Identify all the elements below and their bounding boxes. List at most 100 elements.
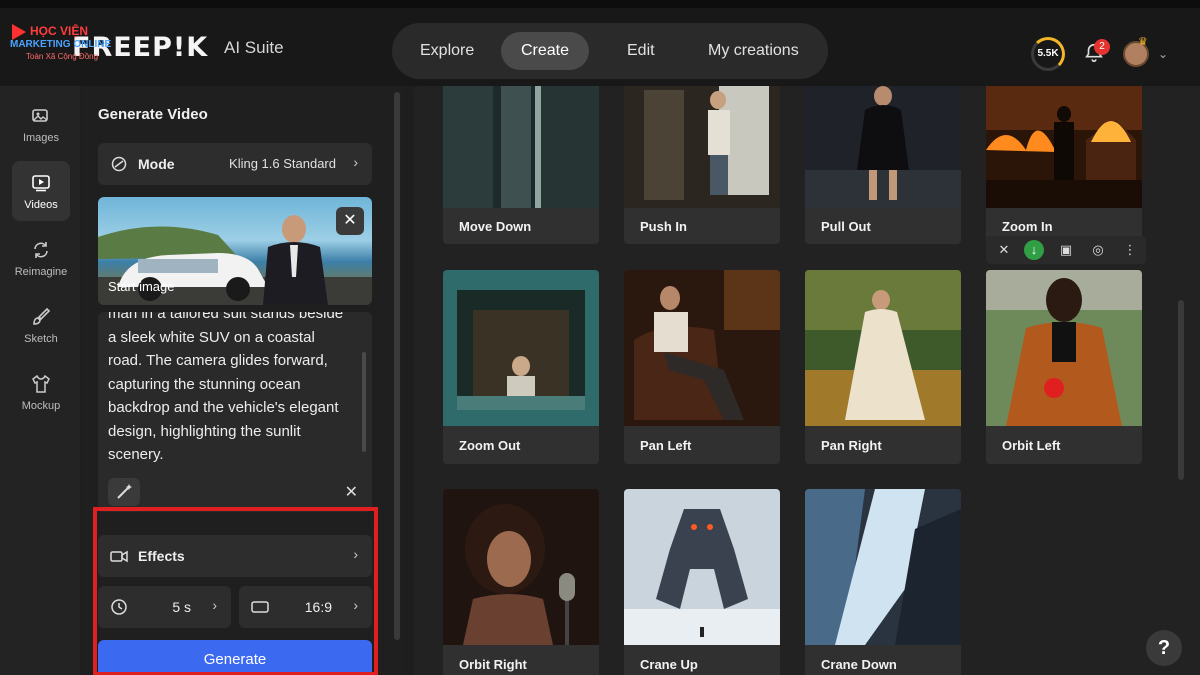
effect-thumbnail [805, 86, 961, 208]
more-options-icon[interactable]: ⋮ [1120, 240, 1140, 260]
watermark-line2: MARKETING ONLINE [10, 39, 112, 50]
watermark-line1: HỌC VIỆN [30, 24, 89, 38]
main-nav: Explore Create Edit My creations [392, 23, 828, 79]
clear-prompt-icon[interactable]: ✕ [345, 482, 358, 502]
effect-card-move-down[interactable]: Move Down [443, 86, 599, 244]
prompt-text[interactable]: man in a tailored suit stands beside a s… [108, 312, 348, 467]
generate-panel: Generate Video Mode Kling 1.6 Standard › [82, 86, 402, 675]
duration-value: 5 s [172, 599, 191, 615]
card-toolbar: ✕ ↓ ▣ ◎ ⋮ [986, 236, 1146, 264]
chevron-down-icon[interactable]: ⌄ [1158, 47, 1168, 61]
mode-icon [111, 156, 127, 172]
effect-card-pull-out[interactable]: Pull Out [805, 86, 961, 244]
sidebar-rail: Images Videos Reimagine Sketch Mockup [0, 86, 80, 675]
panel-scrollbar[interactable] [394, 92, 400, 640]
sidebar-item-sketch[interactable]: Sketch [12, 295, 70, 355]
effect-label: Orbit Right [459, 657, 527, 672]
effect-label: Crane Up [640, 657, 698, 672]
watermark: HỌC VIỆN MARKETING ONLINE Toàn Xã Cộng Đ… [10, 22, 130, 66]
effect-thumbnail [986, 86, 1142, 208]
chevron-right-icon: › [353, 597, 358, 613]
image-icon [32, 109, 48, 122]
effect-label: Pan Right [821, 438, 882, 453]
effect-thumbnail [624, 270, 780, 426]
magic-wand-icon[interactable] [108, 478, 140, 506]
close-icon[interactable]: ✕ [336, 207, 364, 235]
clock-icon [111, 599, 127, 615]
effect-card-orbit-left[interactable]: Orbit Left [986, 270, 1142, 464]
duration-selector[interactable]: 5 s › [98, 586, 231, 628]
app-window: FREEP!K AI Suite HỌC VIỆN MARKETING ONLI… [0, 0, 1200, 675]
prompt-textarea[interactable]: man in a tailored suit stands beside a s… [98, 312, 372, 512]
effects-label: Effects [138, 548, 185, 564]
effect-card-pan-left[interactable]: Pan Left [624, 270, 780, 464]
effect-card-zoom-out[interactable]: Zoom Out [443, 270, 599, 464]
sidebar-item-videos[interactable]: Videos [12, 161, 70, 221]
logo[interactable]: FREEP!K AI Suite HỌC VIỆN MARKETING ONLI… [10, 22, 284, 72]
effects-gallery: Move Down Push In Pull Out Zoom In Zoom … [414, 86, 1200, 675]
sidebar-item-reimagine[interactable]: Reimagine [12, 228, 70, 288]
chevron-right-icon: › [353, 154, 358, 170]
effect-thumbnail [443, 270, 599, 426]
panel-title: Generate Video [98, 106, 208, 123]
effect-label: Orbit Left [1002, 438, 1061, 453]
effect-card-crane-up[interactable]: Crane Up [624, 489, 780, 675]
effect-label: Pan Left [640, 438, 692, 453]
download-icon[interactable]: ↓ [1024, 240, 1044, 260]
tab-create[interactable]: Create [501, 32, 590, 70]
sidebar-item-label: Reimagine [14, 266, 68, 278]
chevron-right-icon: › [353, 546, 358, 562]
video-preview-icon[interactable]: ▣ [1056, 240, 1076, 260]
effect-label: Push In [640, 219, 687, 234]
tab-edit[interactable]: Edit [607, 32, 675, 70]
help-button[interactable]: ? [1146, 630, 1182, 666]
top-bar: FREEP!K AI Suite HỌC VIỆN MARKETING ONLI… [0, 0, 1200, 86]
gallery-scrollbar[interactable] [1178, 300, 1184, 480]
sidebar-item-images[interactable]: Images [12, 94, 70, 154]
play-icon [12, 24, 26, 40]
chevron-right-icon: › [212, 597, 217, 613]
watermark-line3: Toàn Xã Cộng Đồng [26, 52, 99, 61]
effect-label: Zoom In [1002, 219, 1053, 234]
generate-button[interactable]: Generate [98, 640, 372, 675]
start-image[interactable]: Start image ✕ [98, 197, 372, 305]
effect-thumbnail [986, 270, 1142, 426]
sidebar-item-mockup[interactable]: Mockup [12, 362, 70, 422]
effect-card-pan-right[interactable]: Pan Right [805, 270, 961, 464]
effect-card-crane-down[interactable]: Crane Down [805, 489, 961, 675]
effect-label: Pull Out [821, 219, 871, 234]
prompt-scrollbar[interactable] [362, 352, 366, 452]
start-image-label: Start image [108, 279, 175, 294]
tab-my-creations[interactable]: My creations [688, 32, 819, 70]
effect-thumbnail [805, 270, 961, 426]
tab-explore[interactable]: Explore [400, 32, 494, 70]
effect-label: Crane Down [821, 657, 897, 672]
credits-indicator[interactable]: 5.5K [1031, 37, 1065, 71]
sidebar-item-label: Mockup [21, 400, 61, 412]
lightbulb-icon[interactable]: ◎ [1088, 240, 1108, 260]
effect-thumbnail [443, 86, 599, 208]
shirt-icon [32, 374, 50, 393]
video-icon [32, 175, 50, 192]
effect-thumbnail [624, 489, 780, 645]
camera-icon [110, 550, 128, 563]
suite-label: AI Suite [224, 38, 284, 57]
close-icon[interactable]: ✕ [994, 240, 1014, 260]
effects-selector[interactable]: Effects › [98, 535, 372, 577]
sidebar-item-label: Images [22, 132, 60, 144]
mode-label: Mode [138, 156, 175, 172]
aspect-ratio-value: 16:9 [304, 599, 332, 615]
effect-card-orbit-right[interactable]: Orbit Right [443, 489, 599, 675]
mode-value: Kling 1.6 Standard [229, 156, 336, 171]
notification-badge: 2 [1094, 39, 1110, 55]
effect-thumbnail [443, 489, 599, 645]
effect-card-zoom-in[interactable]: Zoom In [986, 86, 1142, 244]
effect-label: Zoom Out [459, 438, 521, 453]
crown-icon: ♛ [1138, 36, 1148, 48]
mode-selector[interactable]: Mode Kling 1.6 Standard › [98, 143, 372, 185]
effect-card-push-in[interactable]: Push In [624, 86, 780, 244]
brush-icon [33, 307, 51, 325]
effect-label: Move Down [459, 219, 532, 234]
aspect-ratio-selector[interactable]: 16:9 › [239, 586, 372, 628]
refresh-icon [34, 242, 48, 258]
